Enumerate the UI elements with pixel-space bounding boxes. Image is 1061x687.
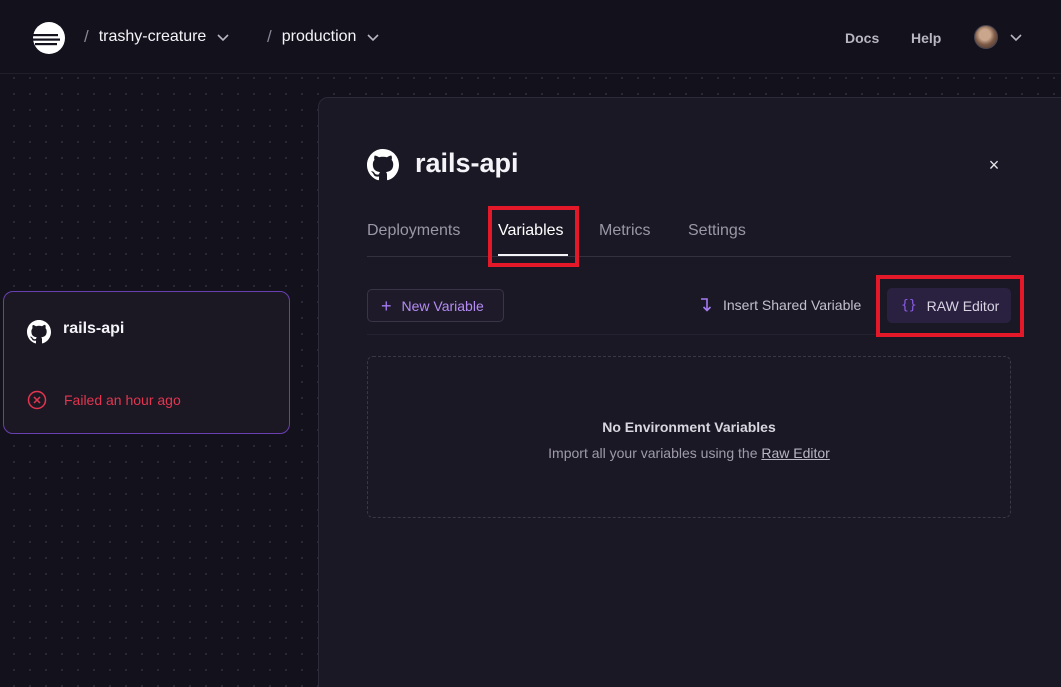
railway-logo-icon[interactable] — [32, 21, 66, 55]
new-variable-label: New Variable — [401, 297, 484, 314]
plus-icon: + — [381, 295, 392, 316]
empty-state-subtitle: Import all your variables using the Raw … — [368, 445, 1010, 461]
empty-state-text: Import all your variables using the — [548, 445, 758, 461]
chevron-down-icon[interactable] — [1009, 30, 1023, 44]
empty-variables-state: No Environment Variables Import all your… — [367, 356, 1011, 518]
close-button[interactable]: × — [983, 154, 1005, 176]
empty-state-title: No Environment Variables — [602, 419, 776, 435]
chevron-down-icon[interactable] — [216, 30, 230, 44]
panel-title: rails-api — [415, 148, 519, 178]
service-name: rails-api — [63, 320, 125, 337]
project-name[interactable]: trashy-creature — [99, 28, 207, 46]
tab-settings[interactable]: Settings — [688, 222, 746, 240]
arrow-down-right-icon — [701, 298, 712, 312]
tab-deployments[interactable]: Deployments — [367, 222, 460, 240]
breadcrumb-project[interactable]: / trashy-creature — [84, 27, 230, 47]
breadcrumb-environment[interactable]: / production — [267, 27, 380, 47]
tab-bar: Deployments Variables Metrics Settings — [367, 210, 1011, 257]
breadcrumb-separator: / — [267, 27, 272, 46]
insert-shared-variable-button[interactable]: Insert Shared Variable — [699, 297, 861, 313]
service-card[interactable]: rails-api Failed an hour ago — [3, 291, 290, 434]
github-icon — [27, 320, 51, 344]
help-link[interactable]: Help — [911, 30, 941, 46]
insert-shared-variable-label: Insert Shared Variable — [723, 297, 862, 313]
user-avatar[interactable] — [974, 25, 998, 49]
docs-link[interactable]: Docs — [845, 30, 879, 46]
environment-name[interactable]: production — [282, 28, 357, 46]
highlight-box-variables-tab — [488, 206, 579, 267]
failed-status-icon — [27, 390, 47, 410]
new-variable-button[interactable]: + New Variable — [367, 289, 504, 322]
raw-editor-link[interactable]: Raw Editor — [761, 445, 829, 461]
service-panel: rails-api × Deployments Variables Metric… — [318, 97, 1061, 687]
top-bar: / trashy-creature / production Docs Help — [0, 0, 1061, 74]
chevron-down-icon[interactable] — [366, 30, 380, 44]
highlight-box-raw-editor — [876, 275, 1024, 337]
deployment-status: Failed an hour ago — [64, 392, 181, 408]
github-icon — [367, 149, 399, 181]
breadcrumb-separator: / — [84, 27, 89, 46]
tab-metrics[interactable]: Metrics — [599, 222, 651, 240]
